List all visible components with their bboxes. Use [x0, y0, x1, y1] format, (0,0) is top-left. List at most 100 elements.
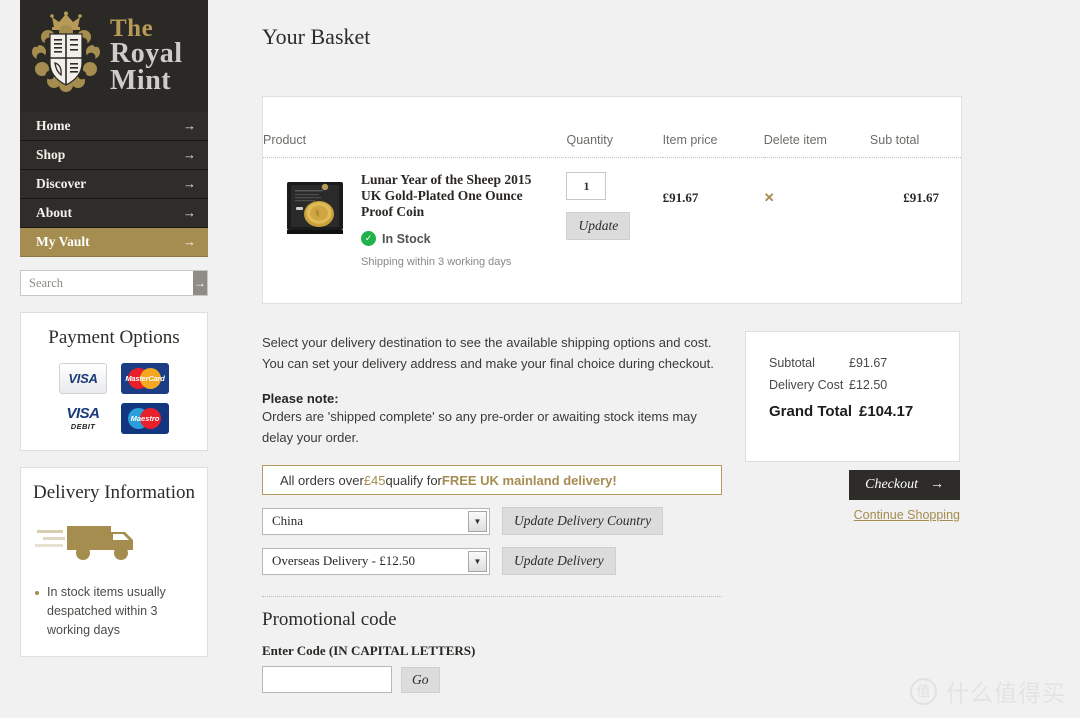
main-navigation: Home → Shop → Discover → About → My Vaul…	[20, 112, 208, 257]
delivery-information-panel: Delivery Information In stock items usua…	[20, 466, 208, 657]
arrow-right-icon: →	[183, 118, 196, 133]
chevron-down-icon: ▼	[468, 510, 487, 532]
product-name[interactable]: Lunar Year of the Sheep 2015 UK Gold-Pla…	[361, 172, 551, 220]
checkout-button-label: Checkout	[865, 477, 918, 492]
delivery-method-row: Overseas Delivery - £12.50 ▼ Update Deli…	[262, 547, 722, 575]
subtotal-label: Subtotal	[769, 356, 815, 370]
payment-options-panel: Payment Options VISA MasterCard VISA DEB…	[20, 312, 208, 451]
sidebar-item-label: Home	[36, 118, 71, 133]
column-header-product: Product	[263, 97, 567, 158]
sidebar-item-my-vault[interactable]: My Vault →	[20, 228, 208, 257]
product-cell: Lunar Year of the Sheep 2015 UK Gold-Pla…	[285, 172, 566, 268]
free-banner-amount: £45	[363, 472, 386, 488]
promotional-code-label: Enter Code (IN CAPITAL LETTERS)	[262, 643, 476, 658]
checkout-actions: Checkout → Continue Shopping	[745, 470, 960, 522]
table-row: Lunar Year of the Sheep 2015 UK Gold-Pla…	[263, 158, 961, 268]
continue-shopping-link[interactable]: Continue Shopping	[745, 508, 960, 522]
sidebar-item-discover[interactable]: Discover →	[20, 170, 208, 199]
checkout-button[interactable]: Checkout →	[849, 470, 960, 500]
basket-table: Product Quantity Item price Delete item …	[263, 97, 961, 268]
table-header-row: Product Quantity Item price Delete item …	[263, 97, 961, 158]
arrow-right-icon: →	[930, 477, 944, 492]
royal-mint-crest-icon	[32, 11, 100, 92]
country-select-row: China ▼ Update Delivery Country	[262, 507, 722, 535]
mastercard-icon: MasterCard	[121, 362, 169, 394]
column-header-sub-total: Sub total	[869, 97, 961, 158]
column-header-delete-item: Delete item	[763, 97, 870, 158]
arrow-right-icon: →	[183, 176, 196, 191]
search-submit-button[interactable]: →	[193, 271, 207, 295]
promotional-code-section: Promotional code Enter Code (IN CAPITAL …	[262, 596, 722, 693]
update-quantity-button[interactable]: Update	[566, 212, 631, 240]
visa-debit-icon: VISA DEBIT	[66, 405, 100, 432]
sidebar-item-label: Discover	[36, 176, 87, 191]
arrow-right-icon: →	[183, 234, 196, 249]
visa-icon: VISA	[59, 362, 107, 394]
apply-promo-code-button[interactable]: Go	[401, 666, 440, 693]
shipping-note: Shipping within 3 working days	[361, 256, 512, 268]
delivery-truck-icon-wrap	[33, 518, 195, 571]
watermark-logo-icon: 值	[910, 677, 937, 705]
sidebar-item-home[interactable]: Home →	[20, 112, 208, 141]
item-price-value: £91.67	[662, 190, 699, 205]
please-note-title: Please note:	[262, 391, 339, 406]
delivery-country-value: China	[272, 513, 304, 528]
chevron-down-icon: ▼	[468, 550, 487, 572]
stock-status-label: In Stock	[382, 231, 431, 246]
update-delivery-country-button[interactable]: Update Delivery Country	[502, 507, 664, 535]
free-banner-highlight: FREE UK mainland delivery!	[441, 472, 617, 488]
delivery-options-section: Select your delivery destination to see …	[262, 332, 722, 575]
sub-total-value: £91.67	[903, 190, 939, 205]
sidebar-item-label: About	[36, 205, 73, 220]
list-item: In stock items usually despatched within…	[33, 583, 195, 640]
page-root: The Royal Mint Home → Shop → Discover → …	[0, 0, 1080, 718]
delivery-information-title: Delivery Information	[33, 481, 195, 503]
totals-row-delivery: Delivery Cost £12.50	[769, 378, 941, 392]
grand-total-value: £104.17	[859, 403, 914, 420]
sidebar-item-label: My Vault	[36, 234, 90, 249]
site-watermark: 值 什么值得买	[910, 674, 1066, 708]
free-banner-prefix: All orders over	[280, 472, 364, 488]
delivery-bullets: In stock items usually despatched within…	[33, 583, 195, 640]
arrow-right-icon: →	[183, 205, 196, 220]
sidebar-item-label: Shop	[36, 147, 66, 162]
delete-item-icon[interactable]: ✕	[764, 172, 775, 206]
search-input[interactable]	[21, 271, 193, 295]
promotional-code-input[interactable]	[262, 666, 392, 693]
totals-row-subtotal: Subtotal £91.67	[769, 356, 941, 370]
update-delivery-button[interactable]: Update Delivery	[502, 547, 616, 575]
brand-line-3: Mint	[110, 65, 172, 96]
column-header-quantity: Quantity	[566, 97, 663, 158]
brand-line-2: Royal	[110, 38, 183, 70]
coin-presentation-case-image	[287, 182, 343, 234]
free-banner-middle: qualify for	[385, 472, 442, 488]
payment-options-title: Payment Options	[48, 327, 180, 348]
delivery-intro-line-2: You can set your delivery address and ma…	[262, 356, 714, 371]
please-note-body: Orders are 'shipped complete' so any pre…	[262, 409, 697, 445]
sidebar-item-about[interactable]: About →	[20, 199, 208, 228]
section-divider	[262, 596, 722, 597]
column-header-item-price: Item price	[662, 97, 764, 158]
arrow-right-icon: →	[183, 147, 196, 162]
payment-card-logos: VISA MasterCard VISA DEBIT Maestro	[33, 362, 195, 434]
sidebar: The Royal Mint Home → Shop → Discover → …	[20, 0, 208, 657]
promotional-code-row: Go	[262, 666, 722, 693]
stock-status: ✓ In Stock	[361, 231, 551, 246]
maestro-icon: Maestro	[121, 402, 169, 434]
delivery-cost-value: £12.50	[849, 378, 888, 392]
brand-logo[interactable]: The Royal Mint	[20, 0, 208, 112]
delivery-cost-label: Delivery Cost	[769, 378, 844, 392]
delivery-country-select[interactable]: China ▼	[262, 507, 490, 535]
quantity-input[interactable]	[566, 172, 607, 200]
watermark-text: 什么值得买	[946, 681, 1066, 707]
search-bar: →	[20, 270, 208, 296]
promotional-code-title: Promotional code	[262, 609, 397, 630]
main-content: Your Basket Product Quantity Item price …	[240, 0, 1080, 693]
delivery-method-value: Overseas Delivery - £12.50	[272, 553, 415, 568]
delivery-truck-icon	[35, 525, 133, 560]
delivery-method-select[interactable]: Overseas Delivery - £12.50 ▼	[262, 547, 490, 575]
totals-row-grand: Grand Total £104.17	[769, 403, 941, 420]
sidebar-item-shop[interactable]: Shop →	[20, 141, 208, 170]
page-title: Your Basket	[262, 24, 371, 49]
brand-wordmark: The Royal Mint	[110, 16, 183, 96]
